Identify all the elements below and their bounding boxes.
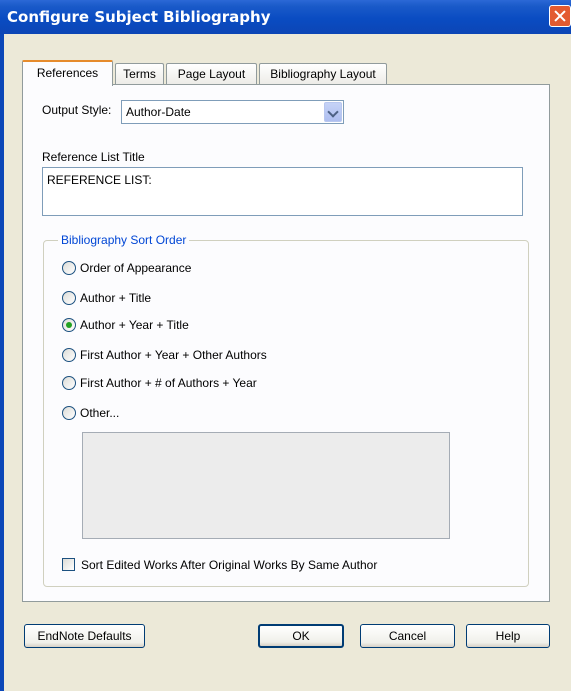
- sort-order-legend: Bibliography Sort Order: [58, 233, 190, 247]
- radio-author-year-title[interactable]: [62, 318, 76, 332]
- radio-label-first-author-year-other[interactable]: First Author + Year + Other Authors: [80, 348, 267, 362]
- tab-terms[interactable]: Terms: [115, 63, 164, 85]
- reference-list-title-label: Reference List Title: [42, 150, 145, 164]
- sort-edited-label[interactable]: Sort Edited Works After Original Works B…: [81, 558, 377, 572]
- reference-list-title-input[interactable]: REFERENCE LIST:: [42, 167, 523, 216]
- endnote-defaults-button[interactable]: EndNote Defaults: [24, 624, 145, 648]
- title-bar: Configure Subject Bibliography: [0, 0, 571, 34]
- radio-first-author-year-other[interactable]: [62, 348, 76, 362]
- output-style-select[interactable]: Author-Date: [121, 100, 344, 124]
- radio-author-title[interactable]: [62, 291, 76, 305]
- radio-other[interactable]: [62, 406, 76, 420]
- sort-edited-checkbox[interactable]: [62, 558, 75, 571]
- radio-first-author-count-year[interactable]: [62, 376, 76, 390]
- tab-references[interactable]: References: [22, 60, 113, 86]
- cancel-button[interactable]: Cancel: [360, 624, 455, 648]
- radio-label-order-of-appearance[interactable]: Order of Appearance: [80, 261, 191, 275]
- radio-label-author-year-title[interactable]: Author + Year + Title: [80, 318, 189, 332]
- tab-bibliography-layout[interactable]: Bibliography Layout: [259, 63, 387, 85]
- close-icon[interactable]: [549, 5, 571, 27]
- window-title: Configure Subject Bibliography: [7, 8, 271, 26]
- tab-page-layout[interactable]: Page Layout: [166, 63, 257, 85]
- reference-list-title-value: REFERENCE LIST:: [47, 173, 152, 187]
- output-style-label: Output Style:: [42, 103, 112, 117]
- ok-button[interactable]: OK: [258, 624, 344, 648]
- radio-label-author-title[interactable]: Author + Title: [80, 291, 151, 305]
- chevron-down-icon[interactable]: [324, 102, 342, 122]
- help-button[interactable]: Help: [466, 624, 550, 648]
- radio-label-other[interactable]: Other...: [80, 406, 119, 420]
- other-sort-fields-box: [82, 432, 450, 539]
- radio-order-of-appearance[interactable]: [62, 261, 76, 275]
- output-style-value: Author-Date: [126, 105, 191, 119]
- radio-label-first-author-count-year[interactable]: First Author + # of Authors + Year: [80, 376, 257, 390]
